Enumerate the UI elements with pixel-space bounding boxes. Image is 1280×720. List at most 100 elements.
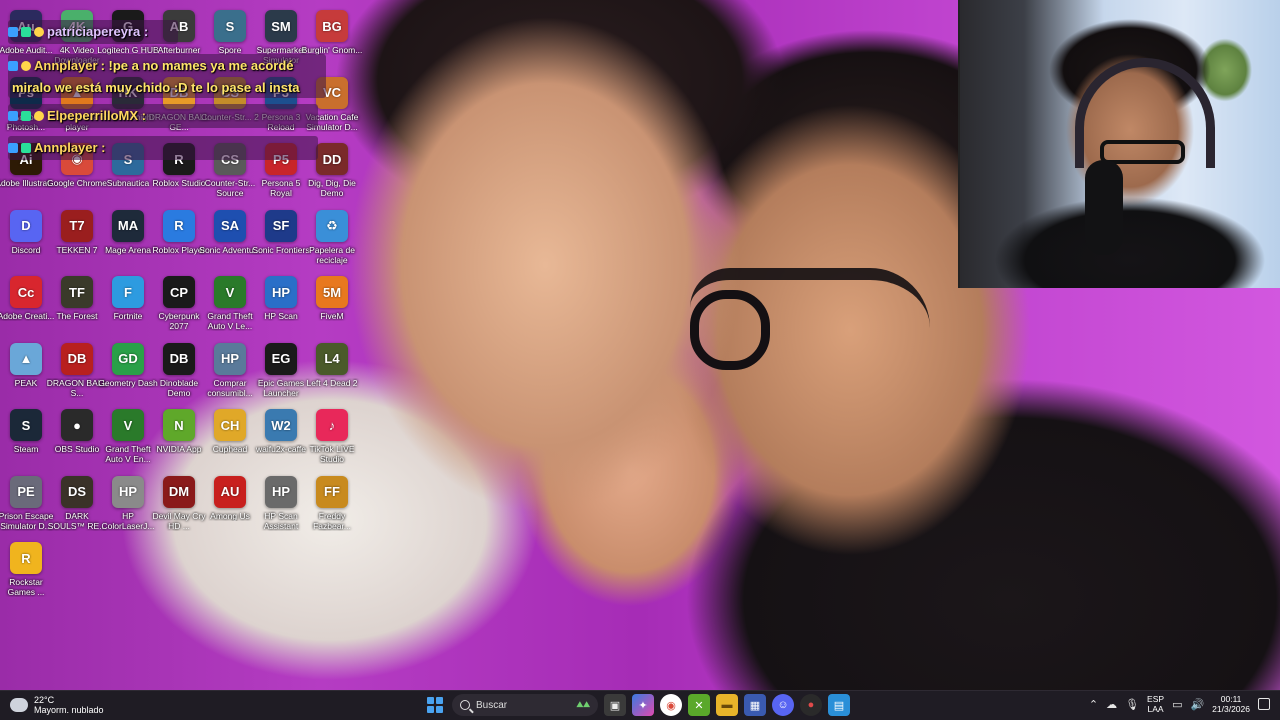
desktop-icon[interactable]: Cc Adobe Creati... <box>0 276 54 340</box>
weather-temperature: 22°C <box>34 695 55 705</box>
desktop-icon[interactable]: R Roblox Player <box>153 209 205 274</box>
app-icon: DB <box>163 342 195 375</box>
desktop-icon[interactable]: MA Mage Arena <box>102 209 154 274</box>
app-icon: HP <box>214 342 246 375</box>
xbox-icon[interactable]: ✕ <box>688 694 710 716</box>
desktop-icon[interactable]: DB DRAGON BALL S... <box>47 342 107 407</box>
app-icon: GD <box>112 342 144 375</box>
chat-username: Annplayer <box>34 58 98 73</box>
notepad-icon[interactable]: ▤ <box>828 694 850 716</box>
desktop-icon[interactable]: R Rockstar Games ... <box>0 542 52 606</box>
desktop-icon[interactable]: CP Cyberpunk 2077 <box>153 276 205 340</box>
desktop-icon[interactable]: FF Freddy Fazbear... <box>306 475 358 540</box>
app-icon: S <box>214 10 246 42</box>
desktop-icon-label: TikTok LIVE Studio <box>309 444 355 464</box>
desktop-icon[interactable]: HP HP Scan Assistant <box>255 475 307 540</box>
start-button[interactable] <box>424 694 446 716</box>
clock[interactable]: 00:11 21/3/2026 <box>1212 694 1250 714</box>
desktop-icon[interactable]: CH Cuphead <box>204 409 256 473</box>
language-code: ESP <box>1147 694 1165 704</box>
desktop-icon[interactable]: D Discord <box>0 209 52 274</box>
app-icon: W2 <box>265 409 297 441</box>
discord-icon[interactable]: ☺ <box>772 694 794 716</box>
app-icon: HP <box>112 475 144 508</box>
desktop-icon[interactable]: T7 TEKKEN 7 <box>51 209 103 274</box>
desktop-icon-label: FiveM <box>320 311 344 321</box>
system-tray: ⌃ ☁ 🎙 ESP LAA ▭ 🔊 00:11 21/3/2026 <box>1089 694 1270 714</box>
app-icon: SF <box>265 209 297 242</box>
desktop-icon[interactable]: ▲ PEAK <box>0 342 52 407</box>
microsoft-store-icon[interactable]: ▦ <box>744 694 766 716</box>
desktop-icon[interactable]: HP Comprar consumibl... <box>204 342 256 407</box>
app-icon: DS <box>61 475 93 508</box>
desktop-icon[interactable]: S Steam <box>0 409 52 473</box>
app-icon: R <box>10 542 42 574</box>
desktop-icon[interactable]: HP HP Scan <box>255 276 307 340</box>
desktop-icon[interactable]: L4 Left 4 Dead 2 <box>306 342 358 407</box>
desktop-icon[interactable]: F Fortnite <box>102 276 154 340</box>
desktop-icon[interactable]: ● OBS Studio <box>51 409 103 473</box>
desktop-icon[interactable]: SA Sonic Adventu... <box>199 209 261 274</box>
desktop-icon[interactable]: SF Sonic Frontiers <box>252 209 310 274</box>
app-icon: N <box>163 409 195 441</box>
weather-widget[interactable]: 22°C Mayorm. nublado <box>6 694 104 715</box>
clock-time: 00:11 <box>1220 694 1242 704</box>
app-icon: F <box>112 276 144 308</box>
wallpaper-glasses-lens <box>690 290 770 370</box>
desktop-icon[interactable]: DB Dinoblade Demo <box>153 342 205 407</box>
webcam-microphone <box>1085 160 1123 255</box>
app-icon: SA <box>214 209 246 242</box>
desktop-icon[interactable]: DM Devil May Cry HD ... <box>153 475 205 540</box>
task-view-icon[interactable]: ▣ <box>604 694 626 716</box>
app-icon: DD <box>316 143 348 175</box>
app-icon: V <box>112 409 144 441</box>
desktop-icon[interactable]: GD Geometry Dash <box>98 342 158 407</box>
notifications-icon[interactable] <box>1258 698 1270 710</box>
chat-username: ElpeperrilloMX : <box>47 108 146 123</box>
desktop-icon-label: Dig, Dig, Die Demo <box>308 178 356 198</box>
desktop-icon[interactable]: HP HP ColorLaserJ... <box>102 475 154 540</box>
desktop-icon[interactable]: ♻ Papelera de reciclaje <box>306 209 358 274</box>
network-icon[interactable]: ▭ <box>1172 698 1182 711</box>
desktop-icon[interactable]: ♪ TikTok LIVE Studio <box>306 409 358 473</box>
desktop-icon[interactable]: V Grand Theft Auto V En... <box>102 409 154 473</box>
desktop-icon[interactable]: AU Among Us <box>204 475 256 540</box>
file-explorer-icon[interactable]: ▬ <box>716 694 738 716</box>
app-icon: DM <box>163 475 195 508</box>
onedrive-icon[interactable]: ☁ <box>1106 698 1117 711</box>
app-icon: AU <box>214 475 246 508</box>
copilot-icon[interactable]: ✦ <box>632 694 654 716</box>
obs-icon[interactable]: ● <box>800 694 822 716</box>
chrome-icon[interactable]: ◉ <box>660 694 682 716</box>
chat-message: patriciapereyra : <box>8 24 148 39</box>
chat-username: patriciapereyra : <box>47 24 149 39</box>
weather-description: Mayorm. nublado <box>34 705 104 715</box>
app-icon: ♻ <box>316 209 348 242</box>
desktop-icon[interactable]: PE Prison Escape Simulator D... <box>0 475 53 540</box>
desktop-icon[interactable]: 5M FiveM <box>306 276 358 340</box>
volume-icon[interactable]: 🔊 <box>1190 698 1204 711</box>
app-icon: D <box>10 209 42 242</box>
search-highlight-icon: ⛰⛰ <box>576 700 590 709</box>
desktop-icon-label: Papelera de reciclaje <box>309 244 355 265</box>
app-icon: 5M <box>316 276 348 308</box>
desktop-icon[interactable]: N NVIDIA App <box>153 409 205 473</box>
desktop-icon[interactable]: TF The Forest <box>51 276 103 340</box>
microphone-icon[interactable]: 🎙 <box>1125 698 1139 711</box>
cloud-sun-icon <box>6 694 28 712</box>
desktop-icon[interactable]: W2 waifu2x-caffe <box>255 409 307 473</box>
chat-username: Annplayer : <box>34 140 106 155</box>
chevron-up-icon[interactable]: ⌃ <box>1089 698 1098 711</box>
app-icon: DB <box>61 342 93 375</box>
desktop-icon-label: Rockstar Games ... <box>7 577 45 597</box>
webcam-glasses <box>1100 140 1185 164</box>
desktop-icon[interactable]: EG Epic Games Launcher <box>255 342 307 407</box>
desktop-icon[interactable]: DS DARK SOULS™ RE... <box>48 475 106 540</box>
app-icon: EG <box>265 342 297 375</box>
chat-message-continued: miralo we está muy chido :D te lo pase a… <box>12 80 300 95</box>
app-icon: MA <box>112 209 144 242</box>
app-icon: ♪ <box>316 409 348 441</box>
desktop-icon[interactable]: V Grand Theft Auto V Le... <box>204 276 256 340</box>
taskbar-search[interactable]: Buscar ⛰⛰ <box>452 694 598 716</box>
language-indicator[interactable]: ESP LAA <box>1147 694 1164 714</box>
